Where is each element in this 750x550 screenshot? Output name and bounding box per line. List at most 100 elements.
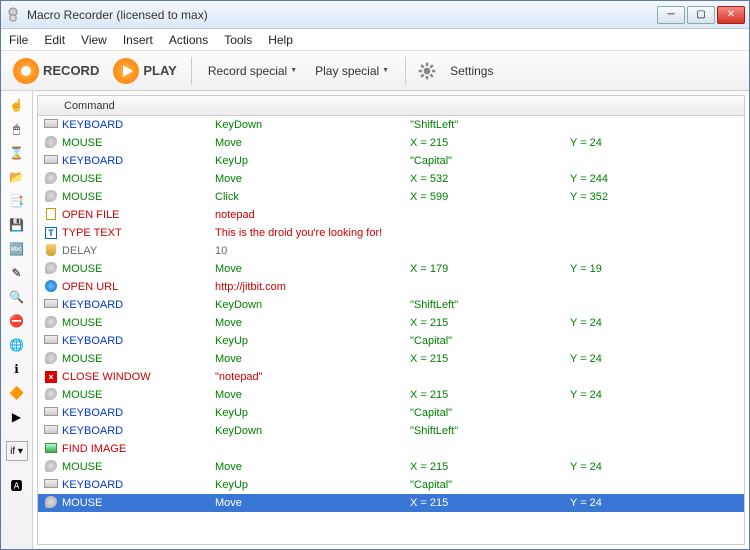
param2-cell: X = 532 [410, 173, 570, 185]
table-row[interactable]: FIND IMAGE [38, 440, 744, 458]
menu-help[interactable]: Help [268, 33, 293, 47]
play-button[interactable]: PLAY [109, 56, 180, 86]
table-row[interactable]: KEYBOARDKeyDown"ShiftLeft" [38, 296, 744, 314]
menu-actions[interactable]: Actions [169, 33, 208, 47]
param1-cell: "notepad" [215, 371, 410, 383]
menu-view[interactable]: View [81, 33, 107, 47]
sidebar-run-button[interactable]: ▶ [7, 407, 27, 427]
table-row[interactable]: MOUSEMoveX = 215Y = 24 [38, 386, 744, 404]
param1-cell: KeyUp [215, 479, 410, 491]
table-row[interactable]: KEYBOARDKeyUp"Capital" [38, 332, 744, 350]
table-row[interactable]: MOUSEMoveX = 215Y = 24 [38, 350, 744, 368]
param2-cell: X = 215 [410, 317, 570, 329]
command-list: Command KEYBOARDKeyDown"ShiftLeft"MOUSEM… [37, 95, 745, 545]
table-row[interactable]: KEYBOARDKeyUp"Capital" [38, 152, 744, 170]
k-icon [44, 335, 58, 344]
cmd-cell: OPEN FILE [60, 209, 215, 221]
app-icon [5, 7, 21, 23]
param1-cell: KeyUp [215, 407, 410, 419]
table-row[interactable]: OPEN URLhttp://jitbit.com [38, 278, 744, 296]
param2-cell: X = 215 [410, 461, 570, 473]
table-row[interactable]: MOUSEMoveX = 215Y = 24 [38, 134, 744, 152]
play-special-dropdown[interactable]: Play special▼ [309, 61, 395, 81]
param1-cell: KeyDown [215, 119, 410, 131]
maximize-button[interactable]: ▢ [687, 6, 715, 24]
toolbar-separator [405, 57, 406, 85]
column-header[interactable]: Command [38, 96, 744, 116]
table-row[interactable]: KEYBOARDKeyUp"Capital" [38, 476, 744, 494]
table-row[interactable]: KEYBOARDKeyDown"ShiftLeft" [38, 422, 744, 440]
cmd-cell: MOUSE [60, 317, 215, 329]
cmd-cell: MOUSE [60, 461, 215, 473]
m-icon [45, 136, 57, 148]
table-row[interactable]: KEYBOARDKeyUp"Capital" [38, 404, 744, 422]
table-row[interactable]: MOUSEMoveX = 179Y = 19 [38, 260, 744, 278]
titlebar[interactable]: Macro Recorder (licensed to max) ─ ▢ ✕ [1, 1, 749, 29]
sidebar-app-button[interactable]: 🔶 [7, 383, 27, 403]
table-row[interactable]: MOUSEMoveX = 215Y = 24 [38, 458, 744, 476]
record-button[interactable]: RECORD [9, 56, 103, 86]
param1-cell: Move [215, 461, 410, 473]
m-icon [45, 316, 57, 328]
param2-cell: X = 215 [410, 137, 570, 149]
sidebar-magnifier-button[interactable]: 🔍 [7, 287, 27, 307]
window-title: Macro Recorder (licensed to max) [27, 8, 657, 22]
sidebar-if-button[interactable]: if ▾ [6, 441, 28, 461]
param1-cell: Move [215, 353, 410, 365]
menu-edit[interactable]: Edit [44, 33, 65, 47]
table-row[interactable]: MOUSEMoveX = 532Y = 244 [38, 170, 744, 188]
m-icon [45, 190, 57, 202]
close-button[interactable]: ✕ [717, 6, 745, 24]
menu-tools[interactable]: Tools [224, 33, 252, 47]
sidebar: ☝ 🖱 ⌛ 📂 📑 💾 🔤 ✎ 🔍 ⛔ 🌐 ℹ 🔶 ▶ if ▾ 🅰 [1, 91, 33, 549]
sidebar-open-button[interactable]: 📂 [7, 167, 27, 187]
k-icon [44, 299, 58, 308]
settings-button[interactable]: Settings [444, 61, 499, 81]
m-icon [45, 496, 57, 508]
k-icon [44, 425, 58, 434]
sidebar-mouse-button[interactable]: 🖱 [7, 119, 27, 139]
sidebar-info-button[interactable]: ℹ [7, 359, 27, 379]
menu-insert[interactable]: Insert [123, 33, 153, 47]
param2-cell: X = 179 [410, 263, 570, 275]
table-row[interactable]: DELAY10 [38, 242, 744, 260]
cmd-cell: MOUSE [60, 497, 215, 509]
sidebar-copy-button[interactable]: 📑 [7, 191, 27, 211]
table-row[interactable]: MOUSEMoveX = 215Y = 24 [38, 314, 744, 332]
sidebar-pencil-button[interactable]: ✎ [7, 263, 27, 283]
sidebar-text-button[interactable]: 🔤 [7, 239, 27, 259]
record-special-dropdown[interactable]: Record special▼ [202, 61, 303, 81]
settings-icon[interactable] [416, 60, 438, 82]
sidebar-hand-button[interactable]: ☝ [7, 95, 27, 115]
rows-container[interactable]: KEYBOARDKeyDown"ShiftLeft"MOUSEMoveX = 2… [38, 116, 744, 544]
sidebar-stop-button[interactable]: ⛔ [7, 311, 27, 331]
url-icon [45, 280, 57, 292]
table-row[interactable]: MOUSEMoveX = 215Y = 24 [38, 494, 744, 512]
param2-cell: "Capital" [410, 407, 570, 419]
cmd-cell: MOUSE [60, 191, 215, 203]
table-row[interactable]: TTYPE TEXTThis is the droid you're looki… [38, 224, 744, 242]
minimize-button[interactable]: ─ [657, 6, 685, 24]
menu-file[interactable]: File [9, 33, 28, 47]
param1-cell: Move [215, 263, 410, 275]
img-icon [45, 443, 57, 453]
file-icon [46, 208, 56, 220]
k-icon [44, 479, 58, 488]
table-row[interactable]: ×CLOSE WINDOW"notepad" [38, 368, 744, 386]
cmd-cell: OPEN URL [60, 281, 215, 293]
m-icon [45, 172, 57, 184]
sidebar-a-button[interactable]: 🅰 [7, 475, 27, 495]
param3-cell: Y = 24 [570, 137, 744, 149]
param1-cell: http://jitbit.com [215, 281, 410, 293]
sidebar-save-button[interactable]: 💾 [7, 215, 27, 235]
param3-cell: Y = 24 [570, 497, 744, 509]
sidebar-globe-button[interactable]: 🌐 [7, 335, 27, 355]
toolbar: RECORD PLAY Record special▼ Play special… [1, 51, 749, 91]
table-row[interactable]: MOUSEClickX = 599Y = 352 [38, 188, 744, 206]
cmd-cell: KEYBOARD [60, 407, 215, 419]
table-row[interactable]: KEYBOARDKeyDown"ShiftLeft" [38, 116, 744, 134]
param3-cell: Y = 24 [570, 353, 744, 365]
param2-cell: "Capital" [410, 335, 570, 347]
table-row[interactable]: OPEN FILEnotepad [38, 206, 744, 224]
sidebar-hourglass-button[interactable]: ⌛ [7, 143, 27, 163]
